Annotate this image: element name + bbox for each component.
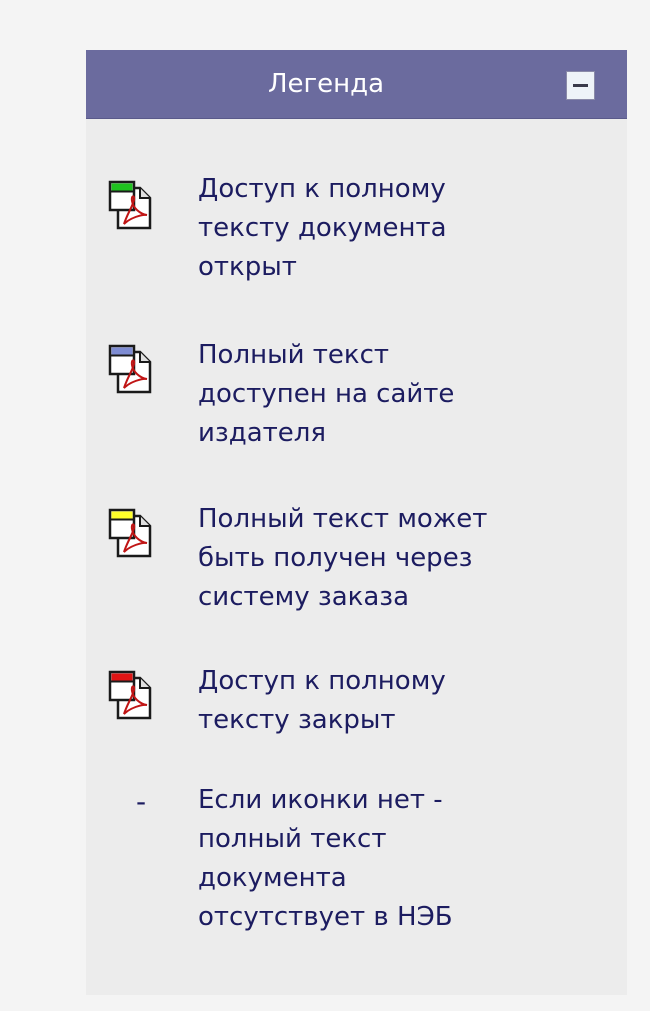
legend-title: Легенда — [267, 69, 385, 99]
legend-panel: Легенда Доступ к полному тексту документ… — [86, 50, 627, 995]
legend-item-label: Полный текст может быть получен через си… — [198, 504, 488, 612]
pdf-icon — [108, 670, 152, 720]
legend-item-label: Полный текст доступен на сайте издателя — [198, 340, 455, 448]
pdf-icon — [108, 180, 152, 230]
minus-icon — [573, 84, 588, 87]
pdf-icon — [108, 344, 152, 394]
legend-item-label: Доступ к полному тексту закрыт — [198, 666, 446, 735]
legend-item-label: Доступ к полному тексту документа открыт — [198, 174, 447, 282]
pdf-icon — [108, 508, 152, 558]
collapse-button[interactable] — [566, 71, 595, 100]
legend-header: Легенда — [86, 50, 627, 119]
legend-item-label: Если иконки нет - полный текст документа… — [198, 785, 453, 932]
dash-marker: - — [136, 785, 147, 818]
